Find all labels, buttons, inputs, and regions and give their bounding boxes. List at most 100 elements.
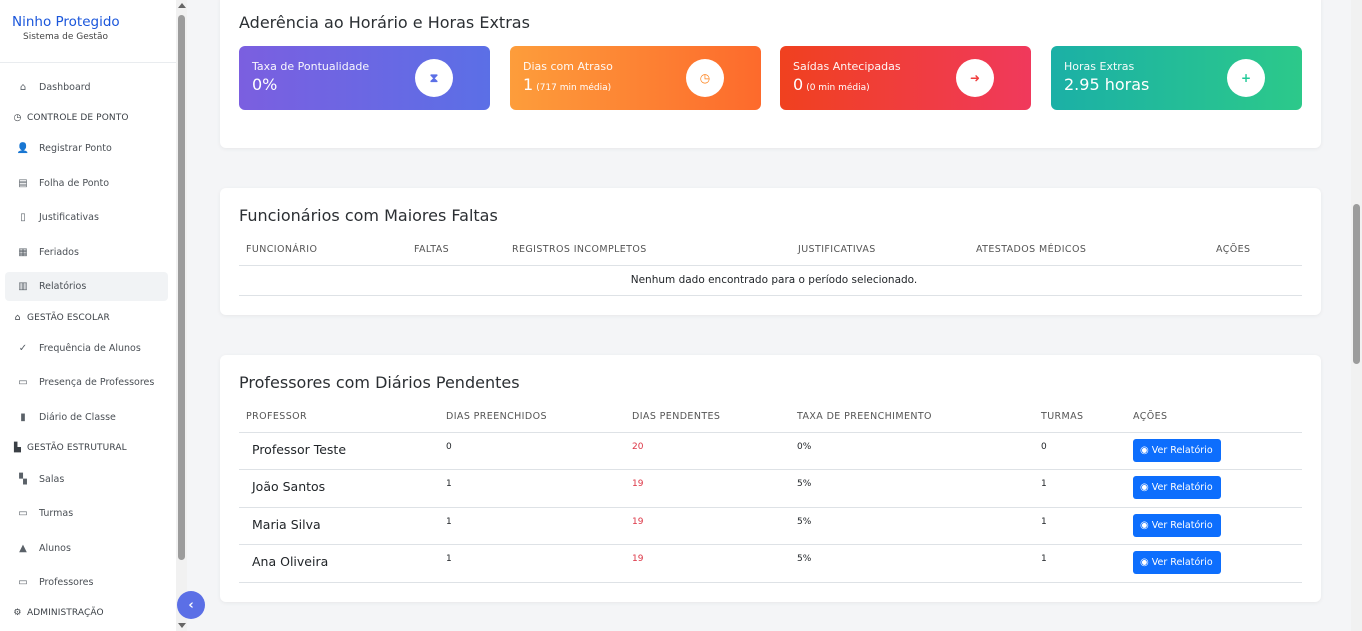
classes-count: 1: [1034, 544, 1126, 583]
column-header: AÇÕES: [1126, 402, 1302, 433]
column-header: REGISTROS INCOMPLETOS: [505, 235, 791, 266]
plus-circle-icon: +: [1227, 59, 1265, 97]
table-row: João Santos 1 19 5% 1 ◉ Ver Relatório: [239, 469, 1302, 508]
sidebar-item-turmas[interactable]: ▭ Turmas: [5, 499, 168, 528]
sidebar-item-frequencia-de-alunos[interactable]: ✓ Frequência de Alunos: [5, 334, 168, 363]
column-header: TURMAS: [1034, 402, 1126, 433]
empty-message: Nenhum dado encontrado para o período se…: [239, 265, 1302, 296]
adherence-title: Aderência ao Horário e Horas Extras: [239, 13, 530, 32]
eye-icon: ◉: [1140, 556, 1149, 568]
column-header: AÇÕES: [1209, 235, 1302, 266]
brand-title[interactable]: Ninho Protegido: [12, 13, 176, 31]
sidebar-item-feriados[interactable]: ▦ Feriados: [5, 238, 168, 267]
home-icon: ⌂: [19, 82, 27, 93]
eye-icon: ◉: [1140, 481, 1149, 493]
sidebar-item-salas[interactable]: ▚ Salas: [5, 465, 168, 494]
stat-value-text: 0%: [252, 75, 278, 94]
stat-card: Dias com Atraso 1 (717 min média) ◷: [510, 46, 761, 110]
sidebar-item-folha-de-ponto[interactable]: ▤ Folha de Ponto: [5, 169, 168, 198]
column-header: PROFESSOR: [239, 402, 439, 433]
days-filled: 0: [439, 432, 625, 470]
sidebar-item-label: Presença de Professores: [39, 377, 155, 388]
clipboard-icon: ▤: [18, 178, 28, 189]
main-scrollbar[interactable]: [1351, 0, 1362, 631]
sidebar-item-diario-de-classe[interactable]: ▮ Diário de Classe: [5, 403, 168, 432]
sidebar-item-dashboard[interactable]: ⌂ Dashboard: [5, 73, 168, 102]
professor-name: Maria Silva: [239, 507, 439, 545]
actions-cell: ◉ Ver Relatório: [1126, 432, 1302, 470]
sidebar-item-label: Relatórios: [39, 281, 87, 292]
days-filled: 1: [439, 507, 625, 545]
column-header: ATESTADOS MÉDICOS: [969, 235, 1209, 266]
sidebar-item-professores[interactable]: ▭ Professores: [5, 568, 168, 597]
sidebar-section-administracao: ⚙ ADMINISTRAÇÃO: [12, 606, 104, 620]
column-header: JUSTIFICATIVAS: [791, 235, 969, 266]
view-report-label: Ver Relatório: [1151, 481, 1213, 493]
fill-rate: 5%: [790, 544, 1034, 583]
stat-note: (0 min média): [806, 83, 870, 93]
diaries-card: Professores com Diários Pendentes PROFES…: [220, 355, 1321, 602]
view-report-button[interactable]: ◉ Ver Relatório: [1133, 438, 1221, 462]
sidebar-scrollbar[interactable]: [176, 0, 187, 631]
days-pending: 19: [625, 507, 790, 545]
stat-label: Dias com Atraso: [523, 60, 613, 73]
brand: Ninho Protegido Sistema de Gestão: [0, 0, 176, 63]
absences-table: FUNCIONÁRIO FALTAS REGISTROS INCOMPLETOS JU…: [239, 235, 1302, 296]
calendar-icon: ▦: [18, 247, 28, 258]
stat-value-text: 1: [523, 75, 534, 94]
diaries-header-row: PROFESSOR DIAS PREENCHIDOS DIAS PENDENTES T…: [239, 402, 1302, 433]
view-report-button[interactable]: ◉ Ver Relatório: [1133, 513, 1221, 537]
table-row: Nenhum dado encontrado para o período se…: [239, 265, 1302, 296]
column-header: DIAS PENDENTES: [625, 402, 790, 433]
sidebar-scroll-thumb[interactable]: [178, 15, 185, 560]
stat-label: Taxa de Pontualidade: [252, 60, 370, 73]
sidebar-item-label: ADMINISTRAÇÃO: [27, 608, 104, 618]
sidebar-item-label: Justificativas: [39, 212, 99, 223]
fill-rate: 0%: [790, 432, 1034, 470]
brand-subtitle: Sistema de Gestão: [23, 32, 108, 42]
scroll-up-arrow-icon[interactable]: [178, 3, 186, 8]
stat-value-text: 0: [793, 75, 804, 94]
professor-name: Professor Teste: [239, 432, 439, 470]
sidebar-item-label: Professores: [39, 577, 94, 588]
clock-icon: ◷: [13, 113, 22, 123]
sidebar-item-alunos[interactable]: ▲ Alunos: [5, 534, 168, 563]
stat-value: 1 (717 min média): [523, 75, 761, 94]
view-report-button[interactable]: ◉ Ver Relatório: [1133, 550, 1221, 574]
classes-count: 1: [1034, 507, 1126, 545]
chalkboard-teacher-icon: ▭: [18, 377, 28, 388]
view-report-label: Ver Relatório: [1151, 556, 1213, 568]
stat-value: 0%: [252, 75, 490, 94]
sidebar-section-gestao-escolar: ⌂ GESTÃO ESCOLAR: [12, 311, 110, 325]
view-report-button[interactable]: ◉ Ver Relatório: [1133, 475, 1221, 499]
classes-count: 0: [1034, 432, 1126, 470]
actions-cell: ◉ Ver Relatório: [1126, 469, 1302, 508]
diaries-table: PROFESSOR DIAS PREENCHIDOS DIAS PENDENTES T…: [239, 402, 1302, 583]
laptop-icon: ▭: [18, 508, 28, 519]
door-icon: ▚: [19, 474, 27, 485]
sidebar-item-label: CONTROLE DE PONTO: [27, 113, 129, 123]
collapse-sidebar-button[interactable]: ‹: [177, 591, 205, 619]
absences-title: Funcionários com Maiores Faltas: [239, 206, 498, 225]
stat-label: Saídas Antecipadas: [793, 60, 901, 73]
sidebar-item-justificativas[interactable]: ▯ Justificativas: [5, 203, 168, 232]
chart-icon: ▥: [18, 281, 28, 292]
adherence-card: Aderência ao Horário e Horas Extras Taxa…: [220, 0, 1321, 148]
sidebar-item-registrar-ponto[interactable]: 👤 Registrar Ponto: [5, 134, 168, 163]
stat-value: 2.95 horas: [1064, 75, 1302, 94]
absences-card: Funcionários com Maiores Faltas FUNCIONÁ…: [220, 188, 1321, 315]
sign-out-icon: ➜: [956, 59, 994, 97]
column-header: TAXA DE PREENCHIMENTO: [790, 402, 1034, 433]
main-scroll-thumb[interactable]: [1353, 204, 1360, 364]
stat-label: Horas Extras: [1064, 60, 1135, 73]
chevron-left-icon: ‹: [188, 597, 194, 613]
sidebar-item-label: Registrar Ponto: [39, 143, 112, 154]
scroll-down-arrow-icon[interactable]: [178, 623, 186, 628]
sidebar-item-label: Turmas: [39, 508, 74, 519]
sidebar-item-presenca-de-professores[interactable]: ▭ Presença de Professores: [5, 368, 168, 397]
sidebar-item-label: Folha de Ponto: [39, 178, 110, 189]
sidebar-item-relatorios[interactable]: ▥ Relatórios: [5, 272, 168, 301]
table-row: Ana Oliveira 1 19 5% 1 ◉ Ver Relatório: [239, 544, 1302, 583]
classes-count: 1: [1034, 469, 1126, 508]
days-pending: 20: [625, 432, 790, 470]
